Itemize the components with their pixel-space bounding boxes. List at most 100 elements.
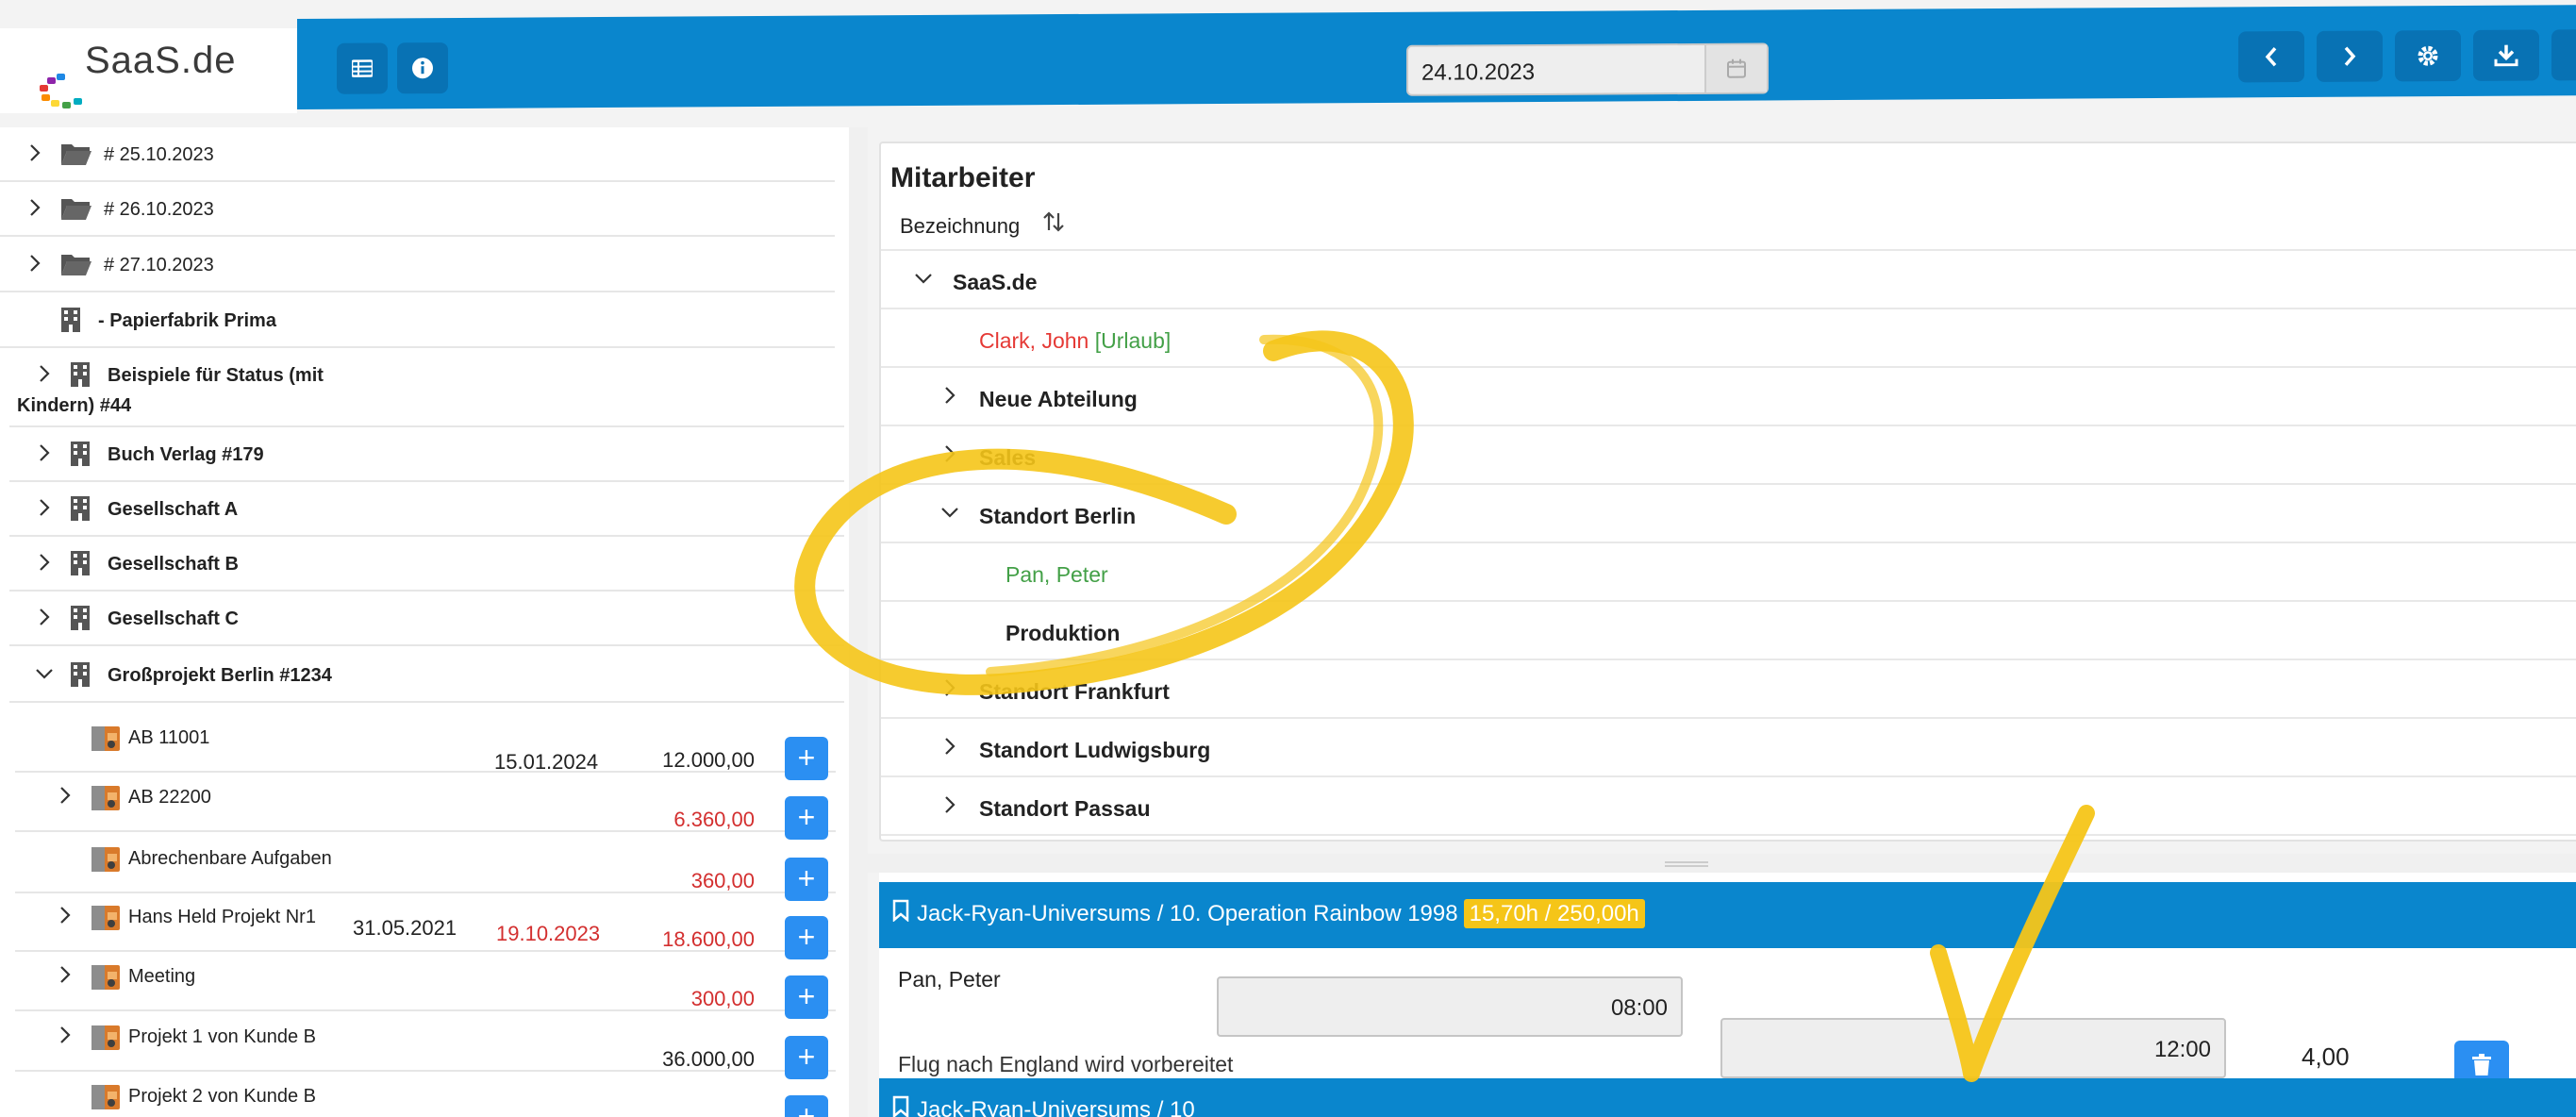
project-label: Hans Held Projekt Nr1 xyxy=(128,907,316,927)
building-icon xyxy=(60,307,91,333)
folder-open-icon xyxy=(60,141,91,167)
tree-row-label: Gesellschaft A xyxy=(108,499,239,520)
project-amount: 18.600,00 xyxy=(662,927,755,951)
project-label: Projekt 1 von Kunde B xyxy=(128,1026,317,1047)
more-button[interactable] xyxy=(2551,29,2576,81)
chevron-right-icon[interactable] xyxy=(55,905,74,924)
booking-duration: 4,00 xyxy=(2302,1042,2350,1071)
chevron-right-icon[interactable] xyxy=(25,142,43,161)
project-row[interactable]: AB 22200 6.360,00 + xyxy=(15,772,836,840)
tree-row[interactable]: Gesellschaft C xyxy=(9,592,844,646)
booking-group-title-2: Jack-Ryan-Universums / 10 xyxy=(917,1097,1195,1117)
tree-row[interactable]: # 26.10.2023 xyxy=(0,182,835,237)
project-row[interactable]: AB 11001 15.01.2024 12.000,00 + xyxy=(15,712,836,780)
employee-tree-label-text: Neue Abteilung xyxy=(979,387,1138,411)
vertical-splitter[interactable] xyxy=(849,127,868,1117)
booking-employee: Pan, Peter xyxy=(898,967,1001,992)
employee-tree-row[interactable]: Standort Berlin xyxy=(881,485,2576,543)
tree-row[interactable]: # 27.10.2023 xyxy=(0,238,835,292)
chevron-right-icon[interactable] xyxy=(939,443,960,471)
horizontal-splitter[interactable] xyxy=(868,854,2576,873)
chevron-right-icon[interactable] xyxy=(25,253,43,272)
start-time-field[interactable]: 08:00 xyxy=(1217,976,1683,1037)
employee-tree-label-text: Produktion xyxy=(1005,621,1121,645)
employee-tree-label-text: SaaS.de xyxy=(953,270,1038,294)
employee-tree-row[interactable]: Clark, John [Urlaub] xyxy=(881,309,2576,368)
add-entry-button[interactable]: + xyxy=(785,1095,828,1117)
chevron-right-icon[interactable] xyxy=(55,785,74,804)
project-row[interactable]: Hans Held Projekt Nr1 31.05.2021 19.10.202… xyxy=(15,892,836,959)
chevron-right-icon[interactable] xyxy=(34,552,53,571)
splitter-grip[interactable] xyxy=(1665,861,1708,867)
project-row[interactable]: Meeting 300,00 + xyxy=(15,951,836,1019)
tree-row[interactable]: Gesellschaft B xyxy=(9,537,844,592)
employee-tree-row[interactable]: Produktion xyxy=(881,602,2576,660)
column-header[interactable]: Bezeichnung xyxy=(900,214,1020,239)
project-label: Abrechenbare Aufgaben xyxy=(128,848,332,869)
date-value: 24.10.2023 xyxy=(1421,58,1536,86)
chevron-right-icon[interactable] xyxy=(34,442,53,461)
employee-tree-label-text: Standort Ludwigsburg xyxy=(979,738,1211,762)
employee-tree-label-text: Sales xyxy=(979,445,1037,470)
list-icon xyxy=(352,59,373,77)
tree-row-label: Buch Verlag #179 xyxy=(108,444,264,465)
employee-tree-row[interactable]: Standort Frankfurt xyxy=(881,660,2576,719)
employee-tree-row[interactable]: Standort Ludwigsburg xyxy=(881,719,2576,777)
date-input[interactable]: 24.10.2023 xyxy=(1406,42,1769,96)
building-icon xyxy=(70,550,100,576)
booking-group-header[interactable]: Jack-Ryan-Universums / 10. Operation Rai… xyxy=(879,882,2576,948)
tree-row[interactable]: Beispiele für Status (mit Kindern) #44 xyxy=(9,348,844,427)
chevron-down-icon[interactable] xyxy=(34,663,53,682)
project-label: Meeting xyxy=(128,966,196,987)
employee-tree-label-text: Pan, Peter xyxy=(1005,562,1108,587)
app-screen: SaaS.de 24.10.2023 # 25.10.2023 # 26.10.… xyxy=(0,0,2576,1117)
tree-row[interactable]: - Papierfabrik Prima xyxy=(0,293,835,348)
employee-tree-label: Standort Passau xyxy=(979,796,1151,822)
booking-group-header-2[interactable]: Jack-Ryan-Universums / 10 xyxy=(879,1078,2576,1117)
next-day-button[interactable] xyxy=(2317,30,2383,82)
chevron-right-icon[interactable] xyxy=(34,497,53,516)
tree-row-label: Gesellschaft B xyxy=(108,554,239,575)
project-icon xyxy=(91,962,121,990)
tree-row[interactable]: Buch Verlag #179 xyxy=(9,427,844,482)
tree-row-label: - Papierfabrik Prima xyxy=(98,310,276,331)
chevron-right-icon[interactable] xyxy=(34,607,53,625)
sort-icon[interactable] xyxy=(1041,209,1066,241)
project-row[interactable]: Projekt 1 von Kunde B 36.000,00 + xyxy=(15,1011,836,1079)
employee-tree-row[interactable]: Sales xyxy=(881,426,2576,485)
chevron-right-icon[interactable] xyxy=(939,677,960,705)
project-amount: 6.360,00 xyxy=(673,808,755,831)
list-view-button[interactable] xyxy=(337,42,388,94)
project-row[interactable]: Abrechenbare Aufgaben 360,00 + xyxy=(15,833,836,901)
employee-tree-row[interactable]: SaaS.de xyxy=(881,251,2576,309)
employee-tree-row[interactable]: Pan, Peter xyxy=(881,543,2576,602)
logo-area[interactable]: SaaS.de xyxy=(0,28,297,113)
calendar-button[interactable] xyxy=(1704,44,1767,92)
info-button[interactable] xyxy=(397,42,448,94)
bookmark-icon xyxy=(892,899,909,927)
employee-tree-row[interactable]: Neue Abteilung xyxy=(881,368,2576,426)
chevron-right-icon[interactable] xyxy=(55,1025,74,1043)
tree-row-label: # 26.10.2023 xyxy=(104,199,214,220)
chevron-down-icon[interactable] xyxy=(939,502,960,529)
end-time-field[interactable]: 12:00 xyxy=(1720,1018,2226,1078)
project-row[interactable]: Projekt 2 von Kunde B + xyxy=(15,1071,836,1117)
trash-icon xyxy=(2472,1054,2491,1075)
download-button[interactable] xyxy=(2473,29,2539,81)
chevron-right-icon[interactable] xyxy=(34,363,53,382)
chevron-right-icon[interactable] xyxy=(939,736,960,763)
previous-day-button[interactable] xyxy=(2238,31,2304,83)
chevron-down-icon[interactable] xyxy=(913,268,934,295)
chevron-right-icon[interactable] xyxy=(939,385,960,412)
chevron-right-icon[interactable] xyxy=(55,964,74,983)
tree-row[interactable]: Gesellschaft A xyxy=(9,482,844,537)
employee-tree-row[interactable]: Standort Passau xyxy=(881,777,2576,836)
building-icon xyxy=(70,495,100,522)
chevron-right-icon[interactable] xyxy=(25,197,43,216)
employee-tree-label-text: Clark, John xyxy=(979,328,1089,353)
tree-row[interactable]: Großprojekt Berlin #1234 xyxy=(9,648,844,703)
settings-button[interactable] xyxy=(2395,29,2461,82)
chevron-right-icon[interactable] xyxy=(939,794,960,822)
project-icon xyxy=(91,903,121,930)
tree-row[interactable]: # 25.10.2023 xyxy=(0,127,835,182)
